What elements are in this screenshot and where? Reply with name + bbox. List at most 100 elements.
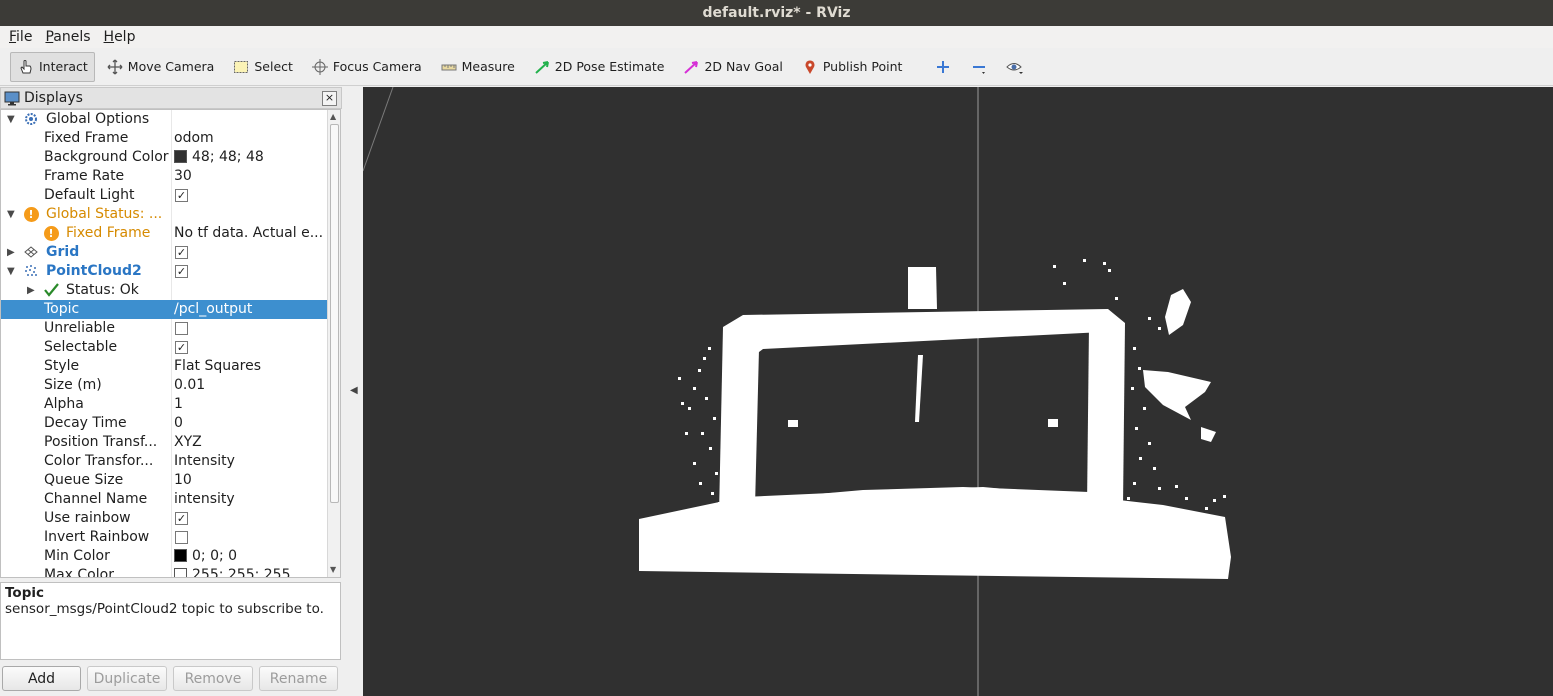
3d-viewport[interactable] <box>363 87 1553 696</box>
tree-row-decay-time[interactable]: Decay Time 0 <box>1 414 327 433</box>
duplicate-button[interactable]: Duplicate <box>87 666 167 691</box>
crosshair-icon <box>311 58 329 76</box>
size-value[interactable]: 0.01 <box>174 377 205 393</box>
scroll-up-icon[interactable]: ▲ <box>330 112 336 121</box>
publish-point-tool-button[interactable]: Publish Point <box>794 52 910 82</box>
rename-button[interactable]: Rename <box>259 666 338 691</box>
menu-panels[interactable]: Panels <box>41 29 94 45</box>
tree-row-style[interactable]: Style Flat Squares <box>1 357 327 376</box>
displays-panel-header: Displays × <box>0 87 342 109</box>
tree-row-unreliable[interactable]: Unreliable <box>1 319 327 338</box>
remove-tool-button[interactable] <box>965 52 997 82</box>
chevron-right-icon[interactable]: ▶ <box>27 285 35 296</box>
green-arrow-icon <box>533 58 551 76</box>
style-value[interactable]: Flat Squares <box>174 358 261 374</box>
fixed-frame-value[interactable]: odom <box>174 130 214 146</box>
pose-estimate-tool-button[interactable]: 2D Pose Estimate <box>526 52 672 82</box>
alpha-value[interactable]: 1 <box>174 396 183 412</box>
pointcloud2-enabled-checkbox[interactable]: ✓ <box>175 265 188 278</box>
menu-file[interactable]: File <box>5 29 36 45</box>
invert-rainbow-checkbox[interactable] <box>175 531 188 544</box>
collapse-left-icon[interactable]: ◀ <box>350 385 358 396</box>
measure-tool-button[interactable]: Measure <box>433 52 522 82</box>
tree-row-channel-name[interactable]: Channel Name intensity <box>1 490 327 509</box>
color-transformer-value[interactable]: Intensity <box>174 453 235 469</box>
tree-row-global-options[interactable]: ▼ Global Options <box>1 110 327 129</box>
tree-row-alpha[interactable]: Alpha 1 <box>1 395 327 414</box>
background-color-value[interactable]: 48; 48; 48 <box>174 149 264 165</box>
tree-row-default-light[interactable]: Default Light ✓ <box>1 186 327 205</box>
selectable-checkbox[interactable]: ✓ <box>175 341 188 354</box>
pose-estimate-label: 2D Pose Estimate <box>554 59 665 74</box>
tree-row-size[interactable]: Size (m) 0.01 <box>1 376 327 395</box>
tree-row-use-rainbow[interactable]: Use rainbow ✓ <box>1 509 327 528</box>
tree-row-color-transformer[interactable]: Color Transfor... Intensity <box>1 452 327 471</box>
measure-label: Measure <box>461 59 515 74</box>
property-description: Topic sensor_msgs/PointCloud2 topic to s… <box>0 582 341 660</box>
add-button[interactable]: Add <box>2 666 81 691</box>
max-color-value[interactable]: 255; 255; 255 <box>174 567 291 577</box>
view-options-button[interactable] <box>1001 52 1033 82</box>
scroll-down-icon[interactable]: ▼ <box>330 565 336 574</box>
displays-buttons: Add Duplicate Remove Rename <box>0 666 342 694</box>
tree-row-min-color[interactable]: Min Color 0; 0; 0 <box>1 547 327 566</box>
queue-size-value[interactable]: 10 <box>174 472 192 488</box>
use-rainbow-checkbox[interactable]: ✓ <box>175 512 188 525</box>
eye-icon <box>1006 58 1024 76</box>
description-title: Topic <box>5 585 44 601</box>
focus-camera-tool-button[interactable]: Focus Camera <box>304 52 429 82</box>
chevron-down-icon[interactable]: ▼ <box>7 266 15 277</box>
hand-pointer-icon <box>17 58 35 76</box>
tree-row-background-color[interactable]: Background Color 48; 48; 48 <box>1 148 327 167</box>
menu-bar: File Panels Help <box>0 26 1553 48</box>
channel-name-value[interactable]: intensity <box>174 491 235 507</box>
default-light-checkbox[interactable]: ✓ <box>175 189 188 202</box>
tree-row-topic[interactable]: Topic /pcl_output <box>1 300 327 319</box>
remove-button[interactable]: Remove <box>173 666 253 691</box>
interact-tool-button[interactable]: Interact <box>10 51 95 82</box>
tree-scrollbar[interactable]: ▲ ▼ <box>327 110 340 577</box>
chevron-down-icon[interactable]: ▼ <box>7 209 15 220</box>
tree-row-pointcloud2[interactable]: ▼ PointCloud2 ✓ <box>1 262 327 281</box>
color-swatch <box>174 568 187 577</box>
nav-goal-label: 2D Nav Goal <box>704 59 783 74</box>
tree-row-fixed-frame[interactable]: Fixed Frame odom <box>1 129 327 148</box>
add-tool-button[interactable] <box>929 52 961 82</box>
select-box-icon <box>232 58 250 76</box>
tree-row-queue-size[interactable]: Queue Size 10 <box>1 471 327 490</box>
tree-row-status-ok[interactable]: ▶ Status: Ok <box>1 281 327 300</box>
grid-enabled-checkbox[interactable]: ✓ <box>175 246 188 259</box>
panel-splitter[interactable]: ◀ <box>342 87 363 696</box>
tree-row-grid[interactable]: ▶ Grid ✓ <box>1 243 327 262</box>
magenta-arrow-icon <box>682 58 700 76</box>
tree-row-max-color[interactable]: Max Color 255; 255; 255 <box>1 566 327 577</box>
unreliable-checkbox[interactable] <box>175 322 188 335</box>
tree-row-status-fixed-frame[interactable]: ! Fixed Frame No tf data. Actual e... <box>1 224 327 243</box>
warning-icon: ! <box>43 225 59 241</box>
select-tool-button[interactable]: Select <box>225 52 300 82</box>
tree-row-invert-rainbow[interactable]: Invert Rainbow <box>1 528 327 547</box>
displays-tree[interactable]: ▼ Global Options Fixed Frame odom Backgr… <box>0 109 341 578</box>
decay-time-value[interactable]: 0 <box>174 415 183 431</box>
tree-row-selectable[interactable]: Selectable ✓ <box>1 338 327 357</box>
chevron-right-icon[interactable]: ▶ <box>7 247 15 258</box>
tree-row-frame-rate[interactable]: Frame Rate 30 <box>1 167 327 186</box>
color-swatch <box>174 549 187 562</box>
nav-goal-tool-button[interactable]: 2D Nav Goal <box>675 52 789 82</box>
move-camera-tool-button[interactable]: Move Camera <box>99 52 222 82</box>
interact-label: Interact <box>39 59 88 74</box>
min-color-value[interactable]: 0; 0; 0 <box>174 548 237 564</box>
window-titlebar: default.rviz* - RViz <box>0 0 1553 26</box>
publish-point-label: Publish Point <box>822 59 903 74</box>
chevron-down-icon[interactable]: ▼ <box>7 114 15 125</box>
point-cloud-icon <box>23 263 39 279</box>
tree-row-position-transformer[interactable]: Position Transf... XYZ <box>1 433 327 452</box>
checkmark-icon <box>43 282 59 298</box>
menu-help[interactable]: Help <box>100 29 140 45</box>
position-transformer-value[interactable]: XYZ <box>174 434 202 450</box>
tree-row-global-status[interactable]: ▼ ! Global Status: ... <box>1 205 327 224</box>
frame-rate-value[interactable]: 30 <box>174 168 192 184</box>
close-icon[interactable]: × <box>322 91 337 106</box>
topic-value[interactable]: /pcl_output <box>174 301 252 317</box>
scrollbar-thumb[interactable] <box>330 124 339 503</box>
